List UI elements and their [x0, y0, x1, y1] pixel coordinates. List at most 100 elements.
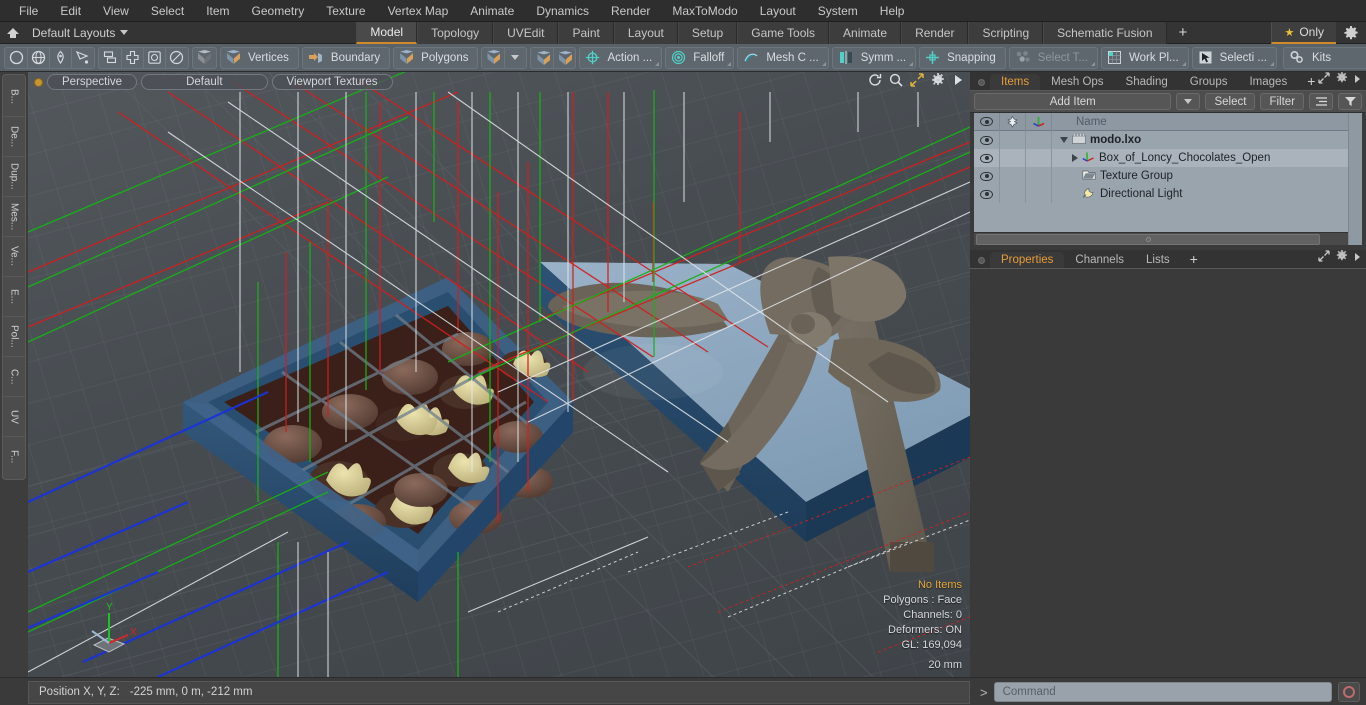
funnel-icon[interactable]	[1338, 93, 1362, 110]
viewport-textures-button[interactable]: Viewport Textures	[271, 74, 393, 90]
rail-tab-edge[interactable]: E...	[3, 277, 25, 317]
rail-tab-fusion[interactable]: F...	[3, 437, 25, 477]
menu-item-texture[interactable]: Texture	[315, 2, 376, 20]
menu-item-system[interactable]: System	[807, 2, 869, 20]
mirror-icon[interactable]	[100, 48, 121, 68]
tab-mesh-ops[interactable]: Mesh Ops	[1040, 74, 1114, 90]
tab-shading[interactable]: Shading	[1115, 74, 1179, 90]
tab-lists[interactable]: Lists	[1135, 252, 1181, 268]
polygons-mode-button[interactable]: Polygons	[393, 46, 479, 69]
chevron-down-icon[interactable]	[1060, 137, 1068, 143]
home-icon[interactable]	[0, 23, 26, 43]
viewport-3d[interactable]: Perspective Default Viewport Textures No…	[28, 72, 970, 677]
menu-item-file[interactable]: File	[8, 2, 49, 20]
axis-gizmo[interactable]: Y X	[76, 597, 146, 657]
menu-item-render[interactable]: Render	[600, 2, 661, 20]
radial-icon[interactable]	[165, 47, 187, 68]
tab-groups[interactable]: Groups	[1179, 74, 1239, 90]
rail-tab-mesh[interactable]: Mes...	[3, 197, 25, 237]
tree-item-texture-group[interactable]: Texture Group	[1052, 169, 1348, 183]
panel-dot-icon[interactable]	[978, 79, 985, 86]
menu-item-help[interactable]: Help	[869, 2, 916, 20]
zoom-icon[interactable]	[889, 73, 903, 92]
chevron-down-icon[interactable]	[504, 47, 525, 68]
tab-render[interactable]: Render	[901, 21, 969, 44]
tab-uvedit[interactable]: UVEdit	[493, 21, 559, 44]
chevron-right-icon[interactable]	[1354, 71, 1362, 89]
pan-icon[interactable]	[910, 72, 924, 92]
row-axis-cell[interactable]	[1026, 131, 1052, 149]
row-axis-cell[interactable]	[1026, 149, 1052, 167]
tree-item-directional-light[interactable]: Directional Light	[1052, 187, 1348, 202]
table-row[interactable]: Directional Light	[974, 185, 1348, 203]
tab-layout[interactable]: Layout	[613, 21, 678, 44]
add-item-button[interactable]: Add Item	[974, 93, 1172, 110]
viewport-perspective-button[interactable]: Perspective	[47, 74, 138, 90]
row-axis-cell[interactable]	[1026, 185, 1052, 203]
layout-selector[interactable]: Default Layouts	[26, 26, 134, 40]
gear-icon[interactable]	[1336, 249, 1348, 267]
viewport-dot-icon[interactable]	[34, 77, 43, 87]
items-tree[interactable]: Name modo.lxo Box_of_Loncy_Chocolates_Op…	[974, 112, 1348, 245]
command-input[interactable]: Command	[993, 682, 1332, 702]
chevron-right-icon[interactable]	[1072, 154, 1078, 162]
rail-tab-duplicate[interactable]: Dup...	[3, 157, 25, 197]
tab-setup[interactable]: Setup	[677, 21, 738, 44]
snap-edge-icon[interactable]	[553, 47, 574, 68]
expand-icon[interactable]	[1318, 71, 1330, 89]
globe-icon[interactable]	[27, 47, 49, 68]
row-add-cell[interactable]	[1000, 131, 1026, 149]
gear-icon[interactable]	[1336, 22, 1366, 44]
align-icon[interactable]	[121, 47, 143, 68]
tab-scripting[interactable]: Scripting	[968, 21, 1044, 44]
tab-channels[interactable]: Channels	[1064, 252, 1135, 268]
menu-item-geometry[interactable]: Geometry	[241, 2, 316, 20]
center-icon[interactable]	[143, 47, 165, 68]
table-row[interactable]: modo.lxo	[974, 131, 1348, 149]
select-through-button[interactable]: Select T...	[1008, 46, 1099, 69]
work-plane-button[interactable]: Work Pl...	[1101, 46, 1189, 69]
tab-topology[interactable]: Topology	[417, 21, 494, 44]
action-center-button[interactable]: Action ...	[579, 46, 663, 69]
tab-paint[interactable]: Paint	[558, 21, 614, 44]
mesh-constraint-button[interactable]: Mesh C ...	[737, 46, 829, 69]
filter-button[interactable]: Filter	[1260, 93, 1304, 110]
polygon-pen-icon[interactable]	[71, 47, 93, 68]
filter-list-icon[interactable]	[1309, 93, 1333, 110]
rail-tab-deform[interactable]: De...	[3, 117, 25, 157]
tab-images[interactable]: Images	[1238, 74, 1298, 90]
item-cube-icon[interactable]	[483, 48, 504, 68]
selection-set-button[interactable]: Selecti ...	[1191, 46, 1277, 69]
menu-item-animate[interactable]: Animate	[459, 2, 525, 20]
row-axis-cell[interactable]	[1026, 167, 1052, 185]
tab-properties[interactable]: Properties	[990, 252, 1065, 268]
chevron-right-icon[interactable]	[1354, 249, 1362, 267]
menu-item-select[interactable]: Select	[140, 2, 195, 20]
pen-icon[interactable]	[49, 47, 71, 68]
row-add-cell[interactable]	[1000, 185, 1026, 203]
add-item-dropdown-button[interactable]	[1176, 93, 1201, 110]
table-row[interactable]: Texture Group	[974, 167, 1348, 185]
tree-item-scene[interactable]: modo.lxo	[1052, 133, 1348, 147]
gear-icon[interactable]	[931, 72, 945, 92]
menu-item-vertex-map[interactable]: Vertex Map	[377, 2, 460, 20]
scrollbar-thumb[interactable]	[976, 233, 1321, 245]
rotate-icon[interactable]	[868, 73, 882, 92]
rail-tab-curve[interactable]: C...	[3, 357, 25, 397]
menu-item-maxtomodo[interactable]: MaxToModo	[661, 2, 748, 20]
row-eye-icon[interactable]	[974, 131, 1000, 149]
tab-game-tools[interactable]: Game Tools	[737, 21, 830, 44]
select-button[interactable]: Select	[1205, 93, 1256, 110]
tab-animate[interactable]: Animate	[829, 21, 902, 44]
items-tree-vscrollbar[interactable]	[1348, 113, 1362, 245]
items-tree-hscrollbar[interactable]	[974, 232, 1348, 245]
rail-tab-vertex[interactable]: Ve...	[3, 237, 25, 277]
play-icon[interactable]	[952, 73, 964, 91]
row-add-cell[interactable]	[1000, 149, 1026, 167]
menu-item-view[interactable]: View	[92, 2, 140, 20]
vertices-mode-button[interactable]: Vertices	[220, 46, 299, 69]
add-tab-button[interactable]: +	[1167, 22, 1200, 44]
only-toggle-button[interactable]: ★ Only	[1271, 22, 1336, 44]
snapping-button[interactable]: Snapping	[919, 46, 1006, 69]
row-eye-icon[interactable]	[974, 185, 1000, 203]
